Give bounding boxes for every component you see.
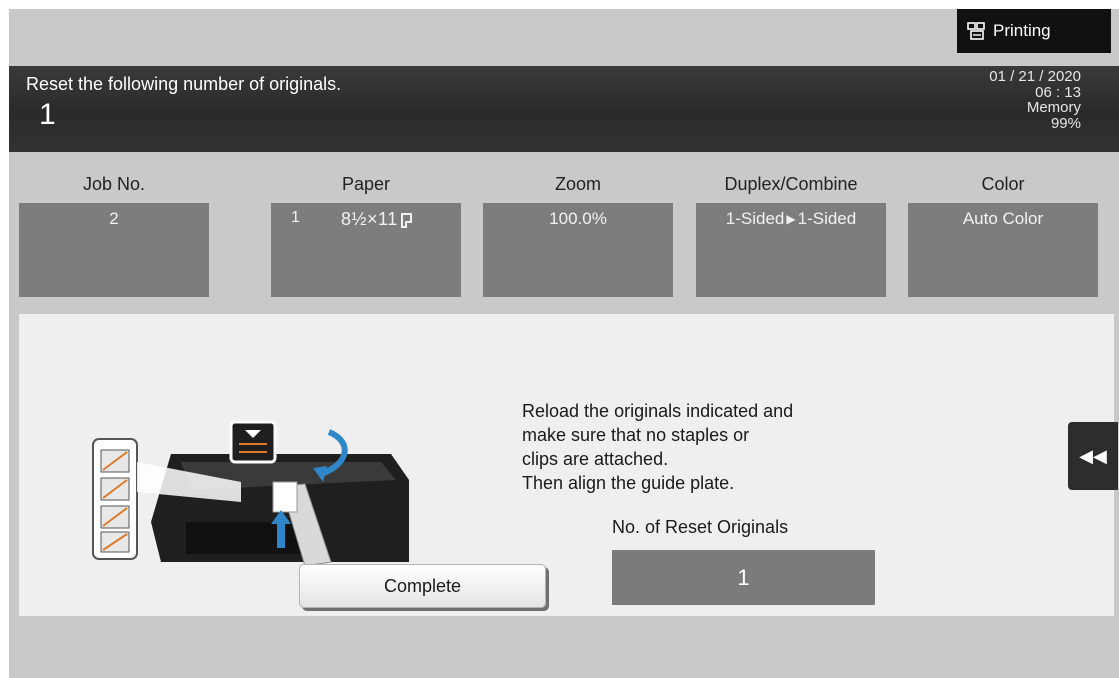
job-no-value: 2 [109,209,119,228]
duplex-from: 1-Sided [725,209,785,228]
header-count: 1 [39,98,56,131]
job-no-box: 2 [19,203,209,297]
duplex-to: 1-Sided [797,209,857,228]
memory-value: 99% [1050,114,1081,132]
portrait-page-icon [401,213,412,228]
duplex-title: Duplex/Combine [724,174,858,194]
reload-instructions: Reload the originals indicated and make … [522,399,793,495]
job-settings-summary: Job No. 2 Paper 1 8½×11 Zoom 100.0% Dupl… [9,152,1119,302]
instruction-line: Reload the originals indicated and [522,401,794,421]
printing-label: Printing [993,21,1051,40]
double-chevron-left-icon: ◀◀ [1079,445,1107,466]
paper-size: 8½×11 [341,209,398,229]
status-date: 01 / 21 / 2020 [989,68,1081,85]
paper-box: 1 8½×11 [271,203,461,297]
zoom-value: 100.0% [549,209,607,228]
instruction-line: clips are attached. [522,449,669,469]
paper-title: Paper [341,174,391,194]
header-message: Reset the following number of originals. [26,74,342,94]
duplex-box: 1-Sided ▶ 1-Sided [696,203,886,297]
instruction-line: make sure that no staples or [522,425,750,445]
message-header: Reset the following number of originals.… [9,66,1119,152]
status-time: 06 : 13 [1035,83,1081,101]
job-no-title: Job No. [82,174,146,194]
reset-originals-panel: Reload the originals indicated and make … [19,314,1118,616]
collapse-side-tab[interactable]: ◀◀ [1068,422,1118,490]
adf-reload-illustration-icon [92,420,409,567]
color-title: Color [981,174,1025,194]
copier-screen: Printing Reset the following number of o… [9,9,1119,678]
complete-button[interactable]: Complete [299,564,546,608]
reset-originals-value: 1 [612,550,875,605]
device-status: 01 / 21 / 2020 06 : 13 Memory 99% [989,69,1081,131]
instruction-line: Then align the guide plate. [522,473,735,493]
color-value: Auto Color [962,209,1044,228]
reset-originals-label: No. of Reset Originals [612,517,789,537]
printing-status-button[interactable]: Printing [957,9,1111,53]
printer-queue-icon [967,21,987,41]
memory-label: Memory [1026,99,1081,116]
color-box: Auto Color [908,203,1098,297]
duplex-value: 1-Sided ▶ 1-Sided [696,209,886,229]
paper-tray-number: 1 [291,209,300,226]
zoom-title: Zoom [554,174,601,194]
right-arrow-icon: ▶ [786,212,796,226]
zoom-box: 100.0% [483,203,673,297]
